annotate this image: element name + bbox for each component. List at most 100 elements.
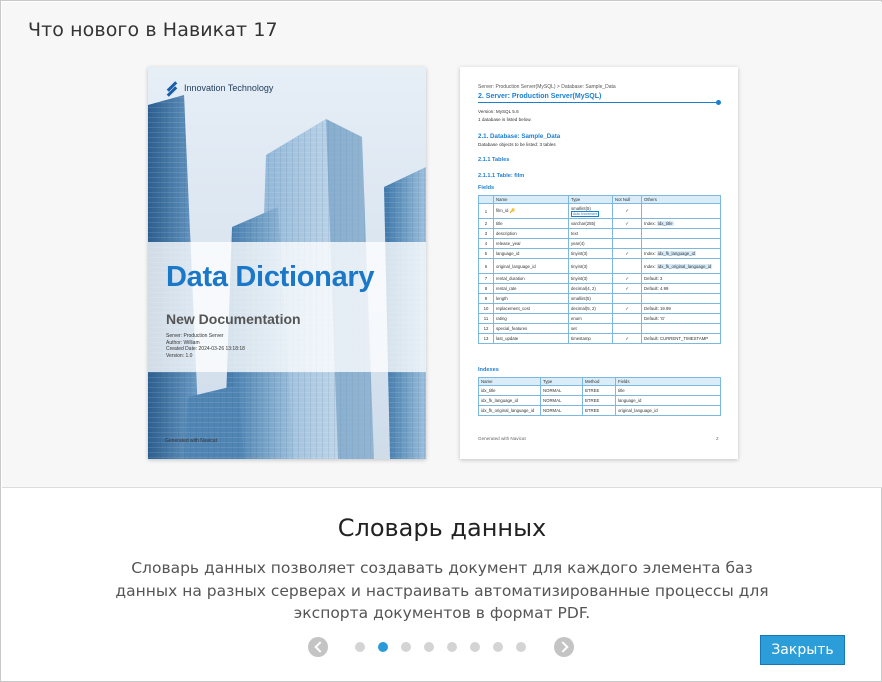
field-type: tinyint(3) [571, 276, 588, 281]
field-type-cell: smallint(5) Auto Increment [568, 203, 613, 219]
brand-logo-icon [166, 82, 178, 94]
feature-title: Словарь данных [337, 514, 547, 542]
page-section-title: 2. Server: Production Server(MySQL) [478, 93, 602, 100]
field-number: 4 [478, 238, 494, 249]
field-not-null [612, 293, 642, 304]
field-not-null: ✓ [612, 248, 642, 259]
field-not-null: ✓ [612, 333, 642, 344]
page-footer: Generated with Navicat [478, 436, 526, 441]
pager-dot[interactable] [424, 642, 434, 652]
field-name: rating [496, 316, 507, 321]
field-row: 4 release_year year(4) [478, 238, 721, 249]
table-film-title: 2.1.1.1 Table: film [478, 173, 525, 179]
field-name: release_year [496, 241, 521, 246]
fields-header-row: Name Type Not Null Others [478, 195, 721, 204]
field-type: smallint(5) [571, 296, 591, 301]
index-tag: idx_fk_language_id [656, 251, 696, 256]
field-number: 12 [478, 323, 494, 334]
field-others-prefix: Index: [644, 221, 656, 226]
pager-dot[interactable] [516, 642, 526, 652]
index-tag: idx_fk_original_language_id [656, 263, 713, 269]
field-name: description [496, 231, 517, 236]
field-name-cell: length [493, 293, 569, 304]
pager-dot[interactable] [447, 642, 457, 652]
field-others-cell: Index: idx_fk_language_id [641, 248, 721, 259]
whats-new-dialog: Что нового в Навикат 17 Innovation Techn… [0, 0, 882, 682]
field-number: 3 [478, 228, 494, 239]
field-others-cell: Index: idx_fk_original_language_id [641, 258, 721, 274]
database-count: 1 database is listed below. [478, 117, 532, 122]
field-others-cell: Default: 4.99 [641, 283, 721, 294]
field-row: 12 special_features set [478, 323, 721, 334]
field-others: Default: 'G' [644, 316, 665, 321]
field-type: text [571, 231, 578, 236]
field-name-cell: last_update [493, 333, 569, 344]
field-type-cell: timestamp [568, 333, 613, 344]
field-number: 5 [478, 248, 494, 259]
field-not-null [612, 238, 642, 249]
field-type-cell: enum [568, 313, 613, 324]
indexes-label: Indexes [478, 367, 499, 373]
previous-slide-button[interactable] [308, 637, 328, 657]
index-method: BTREE [582, 405, 616, 416]
indexes-header-cell: Fields [615, 377, 721, 386]
indexes-header-cell: Type [540, 377, 583, 386]
field-not-null: ✓ [612, 218, 642, 229]
field-others-cell [641, 228, 721, 239]
index-name: idx_title [478, 385, 541, 396]
field-type-cell: decimal(4, 2) [568, 283, 613, 294]
cover-page-preview: Innovation Technology Data Dictionary Ne… [148, 67, 426, 459]
field-name-cell: replacement_cost [493, 303, 569, 314]
brand-name: Innovation Technology [184, 83, 274, 93]
primary-key-icon: 🔑 [509, 208, 515, 213]
field-others: Default: 3 [644, 276, 663, 281]
field-number: 6 [478, 258, 494, 274]
page-number: 2 [716, 436, 719, 441]
field-type: tinyint(3) [571, 251, 588, 256]
fields-header-cell: Name [493, 195, 569, 204]
pager-dot[interactable] [355, 642, 365, 652]
field-others-cell: Default: 3 [641, 273, 721, 284]
pager-dot[interactable] [493, 642, 503, 652]
dialog-title: Что нового в Навикат 17 [28, 19, 278, 41]
next-slide-button[interactable] [554, 637, 574, 657]
field-type: timestamp [571, 336, 591, 341]
field-others-cell: Index: idx_title [641, 218, 721, 229]
index-fields: original_language_id [615, 405, 721, 416]
section-rule [478, 102, 718, 103]
field-type: decimal(5, 2) [571, 306, 596, 311]
close-button[interactable]: Закрыть [760, 635, 845, 665]
server-version: Version: MySQL 5.6 [478, 109, 519, 114]
pager-dot-active[interactable] [378, 642, 388, 652]
index-fields: title [615, 385, 721, 396]
cover-meta-server: Server: Production Server [166, 333, 224, 339]
field-type-cell: set [568, 323, 613, 334]
field-type: enum [571, 316, 582, 321]
carousel-pager [1, 637, 882, 657]
page-breadcrumb: Server: Production Server(MySQL) > Datab… [478, 84, 616, 90]
field-type: decimal(4, 2) [571, 286, 596, 291]
pager-dot[interactable] [470, 642, 480, 652]
indexes-header-row: Name Type Method Fields [478, 377, 721, 386]
cover-subtitle: New Documentation [166, 311, 301, 327]
index-method: BTREE [582, 385, 616, 396]
index-type: NORMAL [540, 395, 583, 406]
index-row: idx_fk_original_language_id NORMAL BTREE or… [478, 405, 721, 416]
pager-dot[interactable] [401, 642, 411, 652]
field-not-null: ✓ [612, 283, 642, 294]
field-number: 2 [478, 218, 494, 229]
field-type-cell: tinyint(3) [568, 258, 613, 274]
preview-area: Что нового в Навикат 17 Innovation Techn… [2, 2, 882, 488]
field-number: 1 [478, 203, 494, 219]
field-not-null: ✓ [612, 303, 642, 314]
database-title: 2.1. Database: Sample_Data [478, 133, 561, 140]
field-others-cell: Default: CURRENT_TIMESTAMP [641, 333, 721, 344]
field-others: Default: CURRENT_TIMESTAMP [644, 336, 709, 341]
index-name: idx_fk_original_language_id [478, 405, 541, 416]
feature-description: Словарь данных позволяет создавать докум… [115, 559, 769, 622]
index-type: NORMAL [540, 385, 583, 396]
field-name-cell: title [493, 218, 569, 229]
field-name-cell: special_features [493, 323, 569, 334]
field-row: 7 rental_duration tinyint(3) ✓ Default: 3 [478, 273, 721, 284]
field-not-null [612, 313, 642, 324]
